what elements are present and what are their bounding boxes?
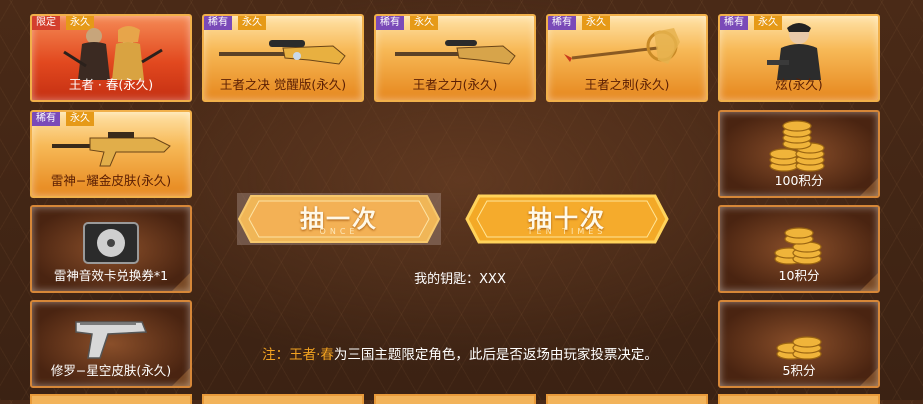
- prize-card-100-points[interactable]: 100积分: [718, 110, 880, 198]
- draw-once-button[interactable]: 抽一次 ONCE: [237, 193, 441, 245]
- prize-name: 王者之决 觉醒版(永久): [219, 77, 347, 92]
- prize-card-partial: [374, 394, 536, 404]
- permanent-tag: 永久: [66, 112, 94, 126]
- rare-tag: 稀有: [204, 16, 232, 30]
- prize-card-audio-card[interactable]: 雷神音效卡兑换券*1: [30, 205, 192, 293]
- prize-card-partial: [202, 394, 364, 404]
- prize-card-xiuluo-xingkong[interactable]: 修罗−星空皮肤(永久): [30, 300, 192, 388]
- prize-card-10-points[interactable]: 10积分: [718, 205, 880, 293]
- character-pair-icon: [63, 26, 163, 80]
- prize-card-wangzhe-zhici[interactable]: 稀有 永久 王者之刺(永久): [546, 14, 708, 102]
- prize-name: 100积分: [774, 173, 824, 188]
- prize-card-leishen-yaojin[interactable]: 稀有 永久 雷神−耀金皮肤(永久): [30, 110, 192, 198]
- prize-card-5-points[interactable]: 5积分: [718, 300, 880, 388]
- draw-ten-sublabel: TEN TIMES: [527, 227, 607, 236]
- prize-card-wangzhe-zhili[interactable]: 稀有 永久 王者之力(永久): [374, 14, 536, 102]
- prize-name: 王者 · 春(永久): [68, 77, 154, 92]
- prize-card-wangzhe-zhijue[interactable]: 稀有 永久 王者之决 觉醒版(永久): [202, 14, 364, 102]
- prize-card-xuan[interactable]: 稀有 永久 炫(永久): [718, 14, 880, 102]
- prize-name: 王者之力(永久): [412, 77, 498, 92]
- audio-card-icon: [83, 222, 139, 264]
- spear-icon: [564, 28, 680, 64]
- prize-name: 5积分: [782, 363, 816, 378]
- permanent-tag: 永久: [238, 16, 266, 30]
- prize-name: 炫(永久): [775, 77, 823, 92]
- notice-highlight: 王者·春: [289, 347, 334, 363]
- assault-rifle-icon: [52, 132, 171, 167]
- rare-tag: 稀有: [32, 112, 60, 126]
- sniper-rifle-icon: [395, 40, 516, 65]
- sniper-rifle-icon: [219, 40, 346, 65]
- notice-prefix: 注：: [262, 347, 290, 363]
- character-icon: [767, 23, 821, 80]
- draw-ten-button[interactable]: 抽十次 TEN TIMES: [465, 193, 669, 245]
- prize-name: 修罗−星空皮肤(永久): [50, 363, 172, 378]
- pistol-icon: [75, 321, 148, 359]
- prize-name: 10积分: [778, 268, 820, 283]
- notice-body: 为三国主题限定角色，此后是否返场由玩家投票决定。: [333, 347, 658, 363]
- prize-name: 雷神音效卡兑换券*1: [53, 268, 169, 283]
- my-keys-count: 我的钥匙：XXX: [414, 272, 506, 287]
- prize-card-wangzhe-chun[interactable]: 限定 永久 王者 · 春(永久): [30, 14, 192, 102]
- prize-name: 雷神−耀金皮肤(永久): [50, 173, 172, 188]
- rare-tag: 稀有: [720, 16, 748, 30]
- coin-stack-medium-icon: [774, 227, 822, 265]
- prize-card-partial: [546, 394, 708, 404]
- prize-name: 王者之刺(永久): [584, 77, 670, 92]
- permanent-tag: 永久: [410, 16, 438, 30]
- coin-stack-large-icon: [769, 120, 825, 172]
- rare-tag: 稀有: [376, 16, 404, 30]
- draw-once-sublabel: ONCE: [319, 227, 359, 236]
- coin-stack-small-icon: [776, 336, 822, 360]
- prize-card-partial: [30, 394, 192, 404]
- notice-text: 注：王者·春为三国主题限定角色，此后是否返场由玩家投票决定。: [240, 346, 680, 365]
- prize-card-partial: [718, 394, 880, 404]
